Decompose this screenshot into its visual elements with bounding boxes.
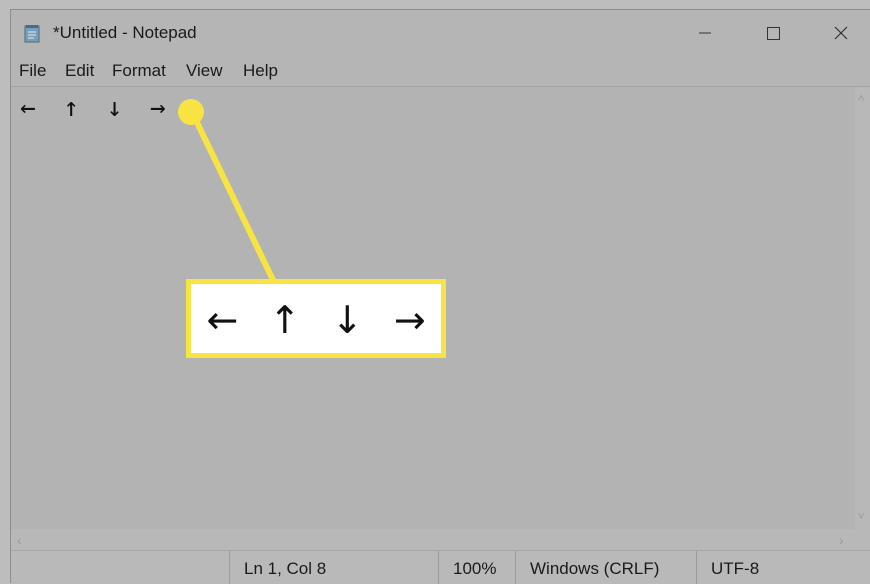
- scroll-left-icon[interactable]: ‹: [17, 532, 22, 548]
- callout-up-arrow: ↑: [268, 298, 301, 342]
- scrollbar-corner: [855, 529, 870, 550]
- status-encoding-text: UTF-8: [711, 559, 760, 578]
- menu-view[interactable]: View: [186, 61, 223, 81]
- callout-left-arrow: ←: [206, 298, 239, 342]
- callout-dot: [178, 99, 204, 125]
- horizontal-scrollbar[interactable]: ‹ ›: [11, 529, 855, 550]
- menu-help[interactable]: Help: [243, 61, 278, 81]
- maximize-icon: [767, 27, 780, 40]
- callout-box: ← ↑ ↓ →: [186, 279, 446, 358]
- status-line-endings-text: Windows (CRLF): [530, 559, 660, 578]
- callout-right-arrow: →: [393, 298, 426, 342]
- close-button[interactable]: [807, 10, 870, 56]
- status-zoom-text: 100%: [453, 559, 497, 578]
- menu-bar: File Edit Format View Help: [11, 56, 870, 86]
- maximize-button[interactable]: [739, 10, 807, 56]
- status-position-text: Ln 1, Col 8: [244, 559, 327, 578]
- menu-format[interactable]: Format: [112, 61, 166, 81]
- callout-arrows: ← ↑ ↓ →: [191, 298, 441, 342]
- window-title: *Untitled - Notepad: [53, 23, 197, 42]
- status-position: Ln 1, Col 8: [229, 551, 438, 584]
- status-line-endings: Windows (CRLF): [515, 551, 696, 584]
- vertical-scrollbar[interactable]: ˄ ˅: [855, 87, 870, 529]
- scroll-up-icon[interactable]: ˄: [858, 93, 864, 105]
- menu-file[interactable]: File: [19, 61, 46, 81]
- editor-content[interactable]: ← ↑ ↓ →: [20, 93, 172, 123]
- status-bar: Ln 1, Col 8 100% Windows (CRLF) UTF-8: [11, 550, 870, 584]
- callout-down-arrow: ↓: [331, 298, 364, 342]
- title-bar[interactable]: *Untitled - Notepad: [11, 10, 870, 56]
- status-encoding: UTF-8: [696, 551, 857, 584]
- notepad-app-icon: [24, 25, 40, 43]
- status-zoom: 100%: [438, 551, 515, 584]
- scroll-down-icon[interactable]: ˅: [858, 511, 864, 523]
- minimize-icon: [699, 32, 711, 34]
- menu-edit[interactable]: Edit: [65, 61, 94, 81]
- scroll-right-icon[interactable]: ›: [839, 532, 844, 548]
- minimize-button[interactable]: [671, 10, 739, 56]
- close-icon: [834, 26, 848, 40]
